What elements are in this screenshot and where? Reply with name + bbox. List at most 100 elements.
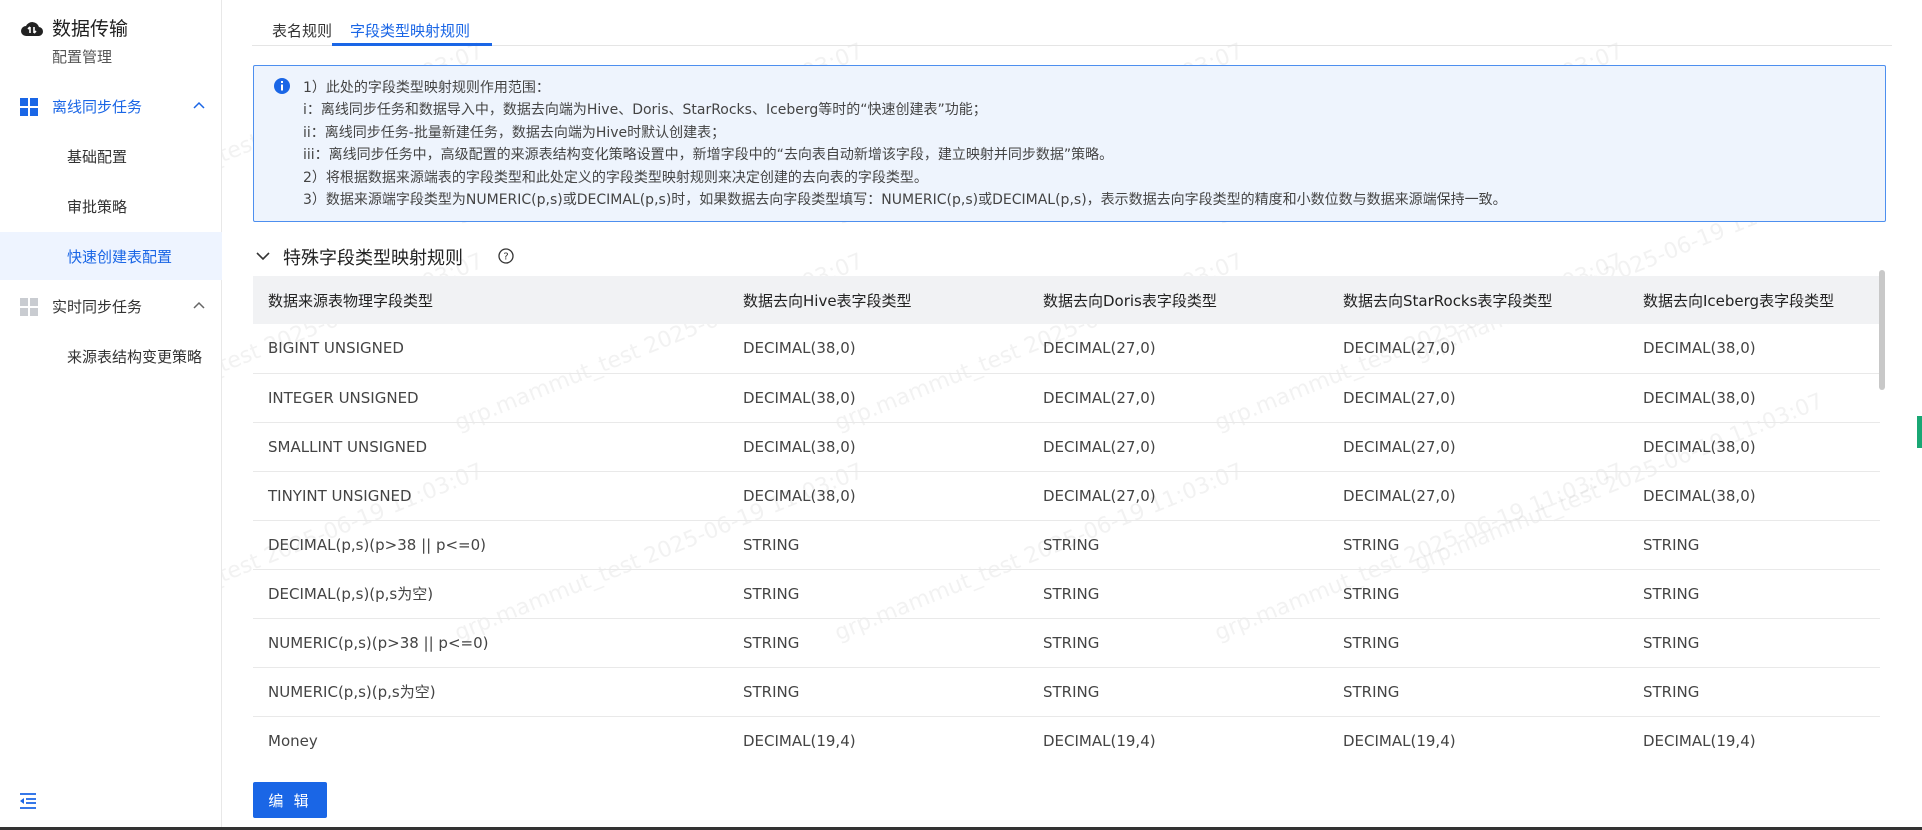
table-cell: STRING <box>1028 618 1328 668</box>
table-cell: NUMERIC(p,s)(p>38 || p<=0) <box>253 618 728 668</box>
table-cell: DECIMAL(38,0) <box>1628 471 1880 521</box>
nav-group-realtime-sync[interactable]: 实时同步任务 <box>0 286 222 328</box>
chevron-up-icon[interactable] <box>192 99 206 113</box>
table-cell: STRING <box>1028 667 1328 717</box>
table-row: NUMERIC(p,s)(p,s为空) STRING STRING STRING STR… <box>253 667 1880 717</box>
table-cell: DECIMAL(38,0) <box>1628 324 1880 374</box>
tab-table-name-rules[interactable]: 表名规则 <box>272 20 332 41</box>
grid-icon <box>20 98 38 116</box>
table-cell: DECIMAL(27,0) <box>1028 324 1328 374</box>
table-cell: STRING <box>1628 618 1880 668</box>
table-cell: DECIMAL(38,0) <box>728 471 1028 521</box>
sidebar-item-label: 基础配置 <box>67 148 128 166</box>
edit-button[interactable]: 编 辑 <box>253 782 327 818</box>
table-row: TINYINT UNSIGNED DECIMAL(38,0) DECIMAL(27,… <box>253 471 1880 521</box>
active-tab-indicator <box>332 43 492 46</box>
table-row: DECIMAL(p,s)(p>38 || p<=0) STRING STRING ST… <box>253 520 1880 570</box>
table-cell: INTEGER UNSIGNED <box>253 373 728 423</box>
tab-bar: 表名规则 字段类型映射规则 <box>252 14 1892 46</box>
table-row: SMALLINT UNSIGNED DECIMAL(38,0) DECIMAL(27… <box>253 422 1880 472</box>
table-cell: DECIMAL(38,0) <box>728 422 1028 472</box>
table-cell: STRING <box>1028 520 1328 570</box>
table-cell: Money <box>253 716 728 764</box>
menu-collapse-icon[interactable] <box>18 792 38 810</box>
notice-line: ii：离线同步任务-批量新建任务，数据去向端为Hive时默认创建表； <box>303 125 726 141</box>
table-cell: DECIMAL(19,4) <box>1328 716 1628 764</box>
table-cell: STRING <box>1328 520 1628 570</box>
nav-group-label: 离线同步任务 <box>52 98 143 116</box>
table-cell: DECIMAL(19,4) <box>728 716 1028 764</box>
mapping-table: 数据来源表物理字段类型 数据去向Hive表字段类型 数据去向Doris表字段类型… <box>253 276 1880 764</box>
table-cell: DECIMAL(19,4) <box>1628 716 1880 764</box>
svg-text:?: ? <box>503 252 508 263</box>
table-row: Money DECIMAL(19,4) DECIMAL(19,4) DECIMAL(1… <box>253 716 1880 764</box>
table-row: DECIMAL(p,s)(p,s为空) STRING STRING STRING STR… <box>253 569 1880 619</box>
table-scrollbar[interactable] <box>1879 270 1885 390</box>
sidebar-item-basic-config[interactable]: 基础配置 <box>0 132 222 180</box>
table-cell: DECIMAL(27,0) <box>1028 373 1328 423</box>
table-cell: DECIMAL(27,0) <box>1028 471 1328 521</box>
table-cell: STRING <box>1328 667 1628 717</box>
table-cell: DECIMAL(p,s)(p>38 || p<=0) <box>253 520 728 570</box>
column-header-starrocks-type: 数据去向StarRocks表字段类型 <box>1328 276 1628 324</box>
table-cell: STRING <box>728 569 1028 619</box>
section-header-special-mapping[interactable]: 特殊字段类型映射规则 ? <box>253 244 653 269</box>
chevron-down-icon[interactable] <box>255 248 271 264</box>
table-row: NUMERIC(p,s)(p>38 || p<=0) STRING STRING ST… <box>253 618 1880 668</box>
column-header-doris-type: 数据去向Doris表字段类型 <box>1028 276 1328 324</box>
cloud-transfer-icon <box>21 22 44 37</box>
table-cell: DECIMAL(27,0) <box>1328 422 1628 472</box>
table-cell: DECIMAL(38,0) <box>1628 422 1880 472</box>
table-row: INTEGER UNSIGNED DECIMAL(38,0) DECIMAL(27,… <box>253 373 1880 423</box>
edge-tab-handle[interactable] <box>1917 416 1922 448</box>
sidebar: 数据传输 配置管理 离线同步任务 基础配置 审批策略 快速创建表配置 实时同步任… <box>0 0 222 830</box>
column-header-hive-type: 数据去向Hive表字段类型 <box>728 276 1028 324</box>
section-title: 特殊字段类型映射规则 <box>283 248 463 269</box>
table-row: BIGINT UNSIGNED DECIMAL(38,0) DECIMAL(27,0… <box>253 324 1880 374</box>
table-body: BIGINT UNSIGNED DECIMAL(38,0) DECIMAL(27,0… <box>253 324 1880 764</box>
grid-icon <box>20 298 38 316</box>
table-cell: DECIMAL(p,s)(p,s为空) <box>253 569 728 619</box>
nav-group-label: 实时同步任务 <box>52 298 143 316</box>
table-cell: STRING <box>1328 569 1628 619</box>
sidebar-item-quick-create-table-config[interactable]: 快速创建表配置 <box>0 232 222 280</box>
notice-line: 1）此处的字段类型映射规则作用范围： <box>303 80 550 96</box>
table-cell: BIGINT UNSIGNED <box>253 324 728 374</box>
column-header-source-type: 数据来源表物理字段类型 <box>253 276 728 324</box>
sidebar-item-approval-policy[interactable]: 审批策略 <box>0 182 222 230</box>
sidebar-item-label: 快速创建表配置 <box>67 248 173 266</box>
nav-group-offline-sync[interactable]: 离线同步任务 <box>0 86 222 128</box>
app-root: grp.mammut_test 2025-06-19 11:03:07 grp.m… <box>0 0 1922 830</box>
main-content: 表名规则 字段类型映射规则 1）此处的字段类型映射规则作用范围： i：离线同步任… <box>222 0 1922 830</box>
table-cell: STRING <box>1628 667 1880 717</box>
sidebar-item-source-schema-change-policy[interactable]: 来源表结构变更策略 <box>0 332 222 380</box>
app-subtitle: 配置管理 <box>52 48 113 66</box>
chevron-up-icon[interactable] <box>192 299 206 313</box>
table-cell: STRING <box>1028 569 1328 619</box>
table-cell: DECIMAL(27,0) <box>1328 373 1628 423</box>
table-cell: SMALLINT UNSIGNED <box>253 422 728 472</box>
table-cell: STRING <box>1328 618 1628 668</box>
table-cell: STRING <box>728 667 1028 717</box>
table-cell: DECIMAL(27,0) <box>1328 471 1628 521</box>
table-cell: STRING <box>728 520 1028 570</box>
table-cell: DECIMAL(38,0) <box>728 373 1028 423</box>
sidebar-item-label: 来源表结构变更策略 <box>67 348 203 366</box>
question-circle-icon[interactable]: ? <box>498 248 514 264</box>
app-title: 数据传输 <box>52 18 129 40</box>
table-header-row: 数据来源表物理字段类型 数据去向Hive表字段类型 数据去向Doris表字段类型… <box>253 276 1880 324</box>
table-cell: STRING <box>728 618 1028 668</box>
table-cell: DECIMAL(38,0) <box>728 324 1028 374</box>
table-cell: STRING <box>1628 520 1880 570</box>
info-notice: 1）此处的字段类型映射规则作用范围： i：离线同步任务和数据导入中，数据去向端为… <box>253 65 1886 222</box>
mapping-table-container: 数据来源表物理字段类型 数据去向Hive表字段类型 数据去向Doris表字段类型… <box>253 276 1880 764</box>
notice-line: iii：离线同步任务中，高级配置的来源表结构变化策略设置中，新增字段中的“去向表… <box>303 147 1114 163</box>
info-icon <box>274 78 290 94</box>
table-cell: DECIMAL(27,0) <box>1028 422 1328 472</box>
table-cell: NUMERIC(p,s)(p,s为空) <box>253 667 728 717</box>
table-cell: TINYINT UNSIGNED <box>253 471 728 521</box>
table-cell: DECIMAL(38,0) <box>1628 373 1880 423</box>
table-cell: DECIMAL(19,4) <box>1028 716 1328 764</box>
tab-field-type-mapping-rules[interactable]: 字段类型映射规则 <box>350 20 470 41</box>
column-header-iceberg-type: 数据去向Iceberg表字段类型 <box>1628 276 1880 324</box>
